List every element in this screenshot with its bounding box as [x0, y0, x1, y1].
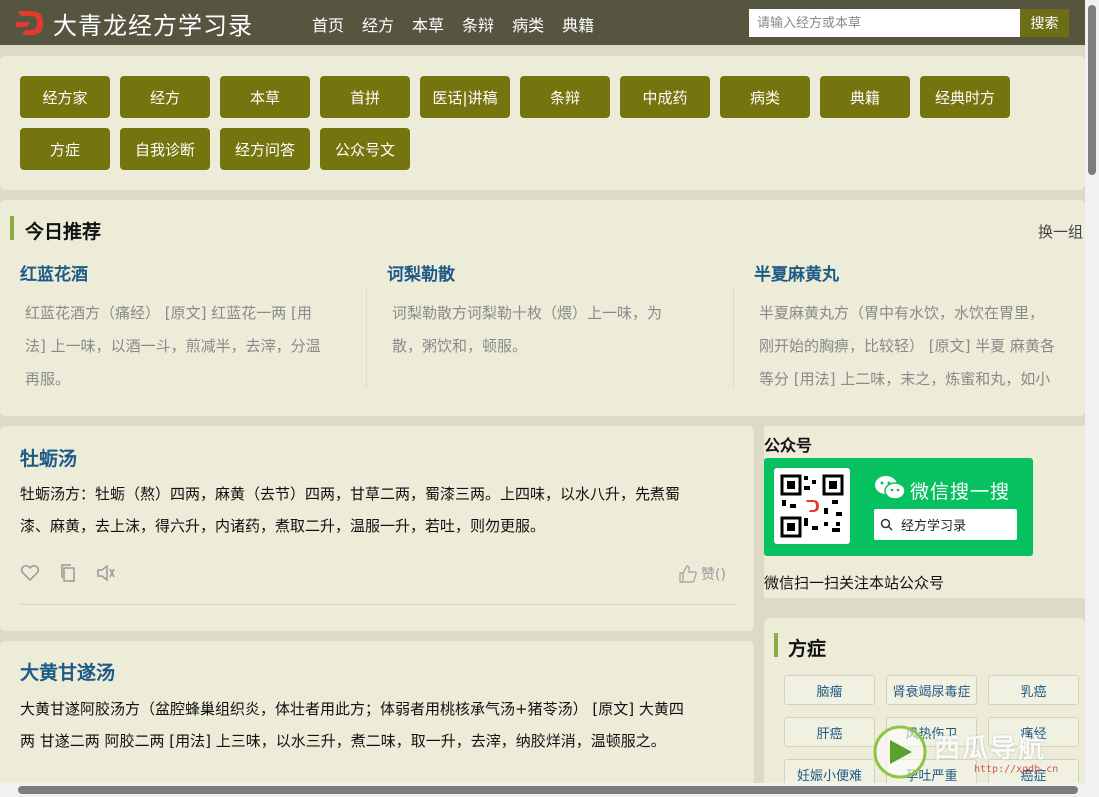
speaker-icon[interactable] [96, 563, 116, 583]
like-count: 赞() [701, 567, 726, 583]
wechat-icon [875, 476, 906, 500]
watermark-logo-icon [873, 725, 927, 779]
category-button[interactable]: 公众号文 [320, 128, 410, 170]
article-card: 大黄甘遂汤 大黄甘遂阿胶汤方（盆腔蜂巢组织炎，体壮者用此方；体弱者用桃核承气汤+… [0, 641, 754, 797]
today-recommend-section: 今日推荐 换一组 红蓝花酒 红蓝花酒方（痛经） [原文] 红蓝花一两 [用 法]… [0, 200, 1085, 416]
watermark-url: http://xgdh.cn [974, 764, 1059, 775]
nav-jingfang[interactable]: 经方 [362, 12, 394, 36]
nav-tiaobian[interactable]: 条辩 [462, 12, 494, 36]
article-card: 牡蛎汤 牡蛎汤方：牡蛎（熬）四两，麻黄（去节）四两，甘草二两，蜀漆三两。上四味，… [0, 426, 754, 631]
symptom-tag[interactable]: 乳癌 [988, 675, 1079, 705]
category-button[interactable]: 典籍 [820, 76, 910, 118]
recommend-title[interactable]: 诃梨勒散 [387, 260, 455, 285]
thumbs-up-icon [679, 565, 697, 583]
search-input[interactable] [749, 9, 1020, 37]
category-button[interactable]: 病类 [720, 76, 810, 118]
article-text: 牡蛎汤方：牡蛎（熬）四两，麻黄（去节）四两，甘草二两，蜀漆三两。上四味，以水八升… [20, 485, 681, 535]
refresh-link[interactable]: 换一组 [1038, 221, 1083, 242]
watermark: 西瓜导航 http://xgdh.cn [872, 722, 1082, 782]
recommend-title[interactable]: 半夏麻黄丸 [754, 260, 839, 285]
nav-bencao[interactable]: 本草 [412, 12, 444, 36]
top-header: 大青龙经方学习录 首页 经方 本草 条辩 病类 典籍 搜索 [0, 0, 1085, 45]
section-title: 今日推荐 [25, 221, 102, 243]
divider [733, 288, 734, 388]
wechat-official-account: 公众号 微信搜一搜 经方学习录 微信扫一扫关注本站公众号 [764, 426, 1085, 598]
scrollbar-thumb[interactable] [18, 786, 1078, 794]
category-button[interactable]: 本草 [220, 76, 310, 118]
category-button[interactable]: 首拼 [320, 76, 410, 118]
category-button[interactable]: 经方问答 [220, 128, 310, 170]
site-logo-icon[interactable] [16, 8, 44, 38]
section-accent-bar [774, 633, 778, 657]
recommend-summary: 诃梨勒散方诃梨勒十枚（煨）上一味，为 散，粥饮和，顿服。 [392, 304, 663, 355]
heart-icon[interactable] [20, 563, 40, 583]
like-button[interactable]: 赞() [678, 564, 726, 584]
qr-code [774, 468, 850, 544]
article-actions [20, 563, 116, 583]
section-title: 方症 [788, 638, 827, 660]
gzh-label: 公众号 [764, 436, 813, 455]
divider [20, 604, 736, 605]
category-button[interactable]: 经方 [120, 76, 210, 118]
category-button[interactable]: 条辩 [520, 76, 610, 118]
gzh-caption: 微信扫一扫关注本站公众号 [764, 574, 945, 592]
search-icon [880, 518, 893, 531]
copy-icon[interactable] [58, 563, 78, 583]
wechat-search-title: 微信搜一搜 [910, 481, 1011, 503]
category-button[interactable]: 中成药 [620, 76, 710, 118]
wechat-search-term: 经方学习录 [901, 519, 967, 534]
category-button[interactable]: 经典时方 [920, 76, 1010, 118]
divider [366, 288, 367, 388]
top-nav: 首页 经方 本草 条辩 病类 典籍 [312, 12, 594, 36]
nav-dianji[interactable]: 典籍 [562, 12, 594, 36]
category-button[interactable]: 方症 [20, 128, 110, 170]
article-title[interactable]: 牡蛎汤 [20, 444, 77, 471]
vertical-scrollbar[interactable] [1085, 0, 1099, 797]
symptom-tag[interactable]: 脑瘤 [784, 675, 875, 705]
section-accent-bar [10, 216, 14, 240]
article-title[interactable]: 大黄甘遂汤 [20, 658, 115, 685]
search-button[interactable]: 搜索 [1020, 9, 1069, 37]
recommend-summary: 半夏麻黄丸方（胃中有水饮，水饮在胃里， 刚开始的胸痹，比较轻） [原文] 半夏 … [759, 304, 1056, 388]
scrollbar-thumb[interactable] [1088, 5, 1096, 175]
category-button[interactable]: 自我诊断 [120, 128, 210, 170]
article-text: 大黄甘遂阿胶汤方（盆腔蜂巢组织炎，体壮者用此方；体弱者用桃核承气汤+猪苓汤） [… [20, 700, 684, 750]
recommend-title[interactable]: 红蓝花酒 [20, 260, 88, 285]
wechat-card[interactable]: 微信搜一搜 经方学习录 [764, 458, 1033, 556]
site-title[interactable]: 大青龙经方学习录 [53, 6, 253, 41]
nav-binglei[interactable]: 病类 [512, 12, 544, 36]
category-panel: 经方家 经方 本草 首拼 医话|讲稿 条辩 中成药 病类 典籍 经典时方 方症 … [0, 56, 1085, 190]
category-button[interactable]: 经方家 [20, 76, 110, 118]
wechat-search-box: 经方学习录 [874, 509, 1017, 540]
symptom-tag[interactable]: 肝癌 [784, 717, 875, 747]
watermark-text: 西瓜导航 [934, 734, 1047, 764]
nav-home[interactable]: 首页 [312, 12, 344, 36]
recommend-summary: 红蓝花酒方（痛经） [原文] 红蓝花一两 [用 法] 上一味，以酒一斗，煎减半，… [25, 304, 321, 388]
horizontal-scrollbar[interactable] [0, 783, 1085, 797]
symptom-tag[interactable]: 肾衰竭尿毒症 [886, 675, 977, 705]
category-button[interactable]: 医话|讲稿 [420, 76, 510, 118]
